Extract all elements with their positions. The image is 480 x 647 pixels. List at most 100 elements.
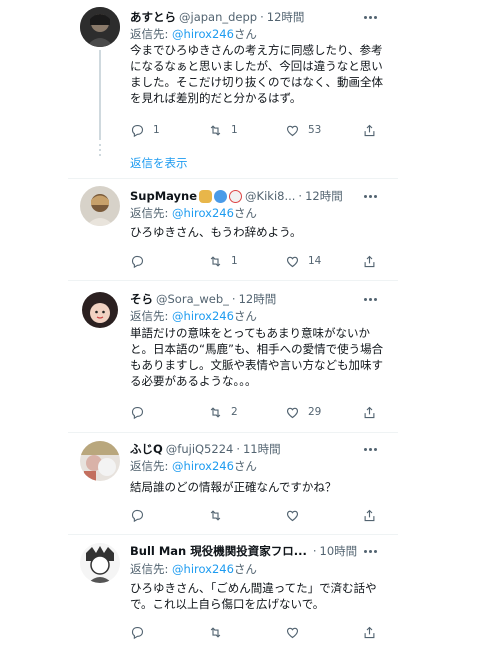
- share-button[interactable]: [362, 252, 377, 270]
- share-button[interactable]: [362, 403, 377, 421]
- timestamp[interactable]: 12時間: [239, 292, 277, 306]
- more-icon[interactable]: [362, 544, 378, 558]
- reply-button[interactable]: 1: [130, 121, 160, 139]
- user-handle[interactable]: @japan_depp: [179, 10, 257, 24]
- avatar[interactable]: [80, 441, 120, 481]
- heart-icon: [286, 510, 299, 521]
- share-icon: [364, 509, 375, 521]
- tweet-text: 今までひろゆきさんの考え方に同感したり、参考になるなぁと思いましたが、今回は違う…: [130, 43, 383, 105]
- reply-to-prefix: 返信先:: [130, 459, 173, 473]
- like-count: 53: [308, 124, 322, 136]
- retweet-button[interactable]: 2: [208, 403, 238, 421]
- retweet-button[interactable]: 1: [208, 121, 238, 139]
- share-button[interactable]: [362, 506, 377, 524]
- reply-to-suffix: さん: [233, 27, 257, 41]
- reply-timeline: あすとら @japan_depp · 12時間 返信先: @hirox246さん…: [0, 0, 480, 647]
- share-button[interactable]: [362, 623, 377, 641]
- heart-icon: [286, 256, 299, 267]
- like-button[interactable]: [285, 623, 308, 641]
- divider: [68, 432, 398, 433]
- separator-dot: ·: [236, 442, 240, 456]
- retweet-button[interactable]: 1: [208, 252, 238, 270]
- mention-link[interactable]: @hirox246: [172, 562, 234, 576]
- thread-dots: [99, 144, 101, 159]
- more-icon[interactable]: [362, 189, 378, 203]
- reply-to-line: 返信先: @hirox246さん: [130, 206, 257, 220]
- reply-to-suffix: さん: [233, 309, 257, 323]
- like-button[interactable]: 14: [285, 252, 321, 270]
- share-icon: [364, 124, 375, 136]
- share-button[interactable]: [362, 121, 377, 139]
- divider: [68, 534, 398, 535]
- timestamp[interactable]: 12時間: [267, 10, 305, 24]
- reply-button[interactable]: [130, 623, 153, 641]
- timestamp[interactable]: 10時間: [320, 544, 358, 558]
- tweet-actions: 1 14: [130, 252, 382, 270]
- like-button[interactable]: 53: [285, 121, 321, 139]
- user-handle[interactable]: @Sora_web_: [156, 292, 229, 306]
- heart-icon: [286, 125, 299, 136]
- avatar[interactable]: [80, 290, 120, 330]
- timestamp[interactable]: 11時間: [243, 442, 281, 456]
- reply-to-prefix: 返信先:: [130, 206, 173, 220]
- more-icon[interactable]: [362, 442, 378, 456]
- heart-icon: [286, 407, 299, 418]
- like-count: 29: [308, 406, 322, 418]
- reply-icon: [131, 626, 144, 639]
- mention-link[interactable]: @hirox246: [172, 27, 234, 41]
- more-icon[interactable]: [362, 10, 378, 24]
- tweet-text: ひろゆきさん、もうわ辞めよう。: [130, 225, 302, 239]
- avatar[interactable]: [80, 186, 120, 226]
- display-name[interactable]: SupMayne: [130, 189, 197, 203]
- display-name[interactable]: あすとら: [130, 10, 176, 24]
- baseball-emoji-icon: [229, 189, 243, 203]
- tweet-actions: [130, 623, 382, 641]
- avatar[interactable]: [80, 7, 120, 47]
- retweet-count: 1: [231, 255, 238, 267]
- mention-link[interactable]: @hirox246: [172, 309, 234, 323]
- separator-dot: ·: [260, 10, 264, 24]
- reply-button[interactable]: [130, 506, 153, 524]
- reply-to-prefix: 返信先:: [130, 309, 173, 323]
- share-icon: [364, 626, 375, 638]
- retweet-count: 2: [231, 406, 238, 418]
- tweet-header: そら @Sora_web_ · 12時間: [130, 292, 276, 306]
- reply-button[interactable]: [130, 252, 153, 270]
- display-name[interactable]: そら: [130, 292, 153, 306]
- reply-button[interactable]: [130, 403, 153, 421]
- reply-to-line: 返信先: @hirox246さん: [130, 562, 257, 576]
- retweet-button[interactable]: [208, 623, 231, 641]
- reply-icon: [131, 509, 144, 522]
- tweet-actions: [130, 506, 382, 524]
- divider: [68, 280, 398, 281]
- reply-icon: [131, 255, 144, 268]
- display-name[interactable]: ふじQ: [130, 442, 163, 456]
- timestamp[interactable]: 12時間: [305, 189, 343, 203]
- show-replies-link[interactable]: 返信を表示: [130, 155, 188, 171]
- tweet-header: Bull Man 現役機関投資家フロ... · 10時間: [130, 544, 357, 558]
- tweet-actions: 1 1 53: [130, 121, 382, 139]
- more-icon[interactable]: [362, 292, 378, 306]
- display-name[interactable]: Bull Man 現役機関投資家フロ...: [130, 544, 307, 558]
- like-button[interactable]: [285, 506, 308, 524]
- reply-icon: [131, 124, 144, 137]
- retweet-icon: [210, 406, 221, 418]
- retweet-button[interactable]: [208, 506, 231, 524]
- like-button[interactable]: 29: [285, 403, 321, 421]
- reply-to-prefix: 返信先:: [130, 27, 173, 41]
- tweet-text: ひろゆきさん、「ごめん間違ってた」で済む話やで。これ以上自ら傷口を広げないで。: [130, 581, 377, 611]
- user-handle[interactable]: @Kiki8...: [245, 189, 295, 203]
- reply-to-suffix: さん: [233, 206, 257, 220]
- moneybag-emoji-icon: [199, 189, 213, 203]
- mention-link[interactable]: @hirox246: [172, 206, 234, 220]
- avatar[interactable]: [80, 543, 120, 583]
- tweet-text: 単語だけの意味をとってもあまり意味がないかと。日本語の“馬鹿”も、相手への愛情で…: [130, 326, 384, 388]
- separator-dot: ·: [312, 544, 317, 558]
- tweet-header: SupMayne @Kiki8... · 12時間: [130, 189, 343, 203]
- like-count: 14: [308, 255, 322, 267]
- mention-link[interactable]: @hirox246: [172, 459, 234, 473]
- user-handle[interactable]: @fujiQ5224: [166, 442, 234, 456]
- heart-icon: [286, 627, 299, 638]
- reply-to-suffix: さん: [233, 562, 257, 576]
- reply-count: 1: [153, 124, 160, 136]
